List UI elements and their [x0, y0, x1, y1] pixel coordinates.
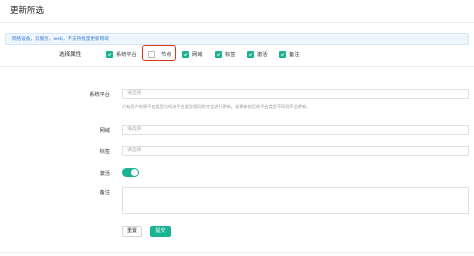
checkbox-active[interactable]: 激活	[247, 50, 267, 58]
attribute-label: 选择属性	[59, 52, 82, 58]
comment-label: 备注	[99, 190, 110, 196]
comment-textarea[interactable]	[122, 187, 469, 214]
tags-label: 标签	[99, 149, 110, 155]
bottom-divider	[0, 252, 474, 253]
checkbox-comment[interactable]: 备注	[279, 50, 299, 58]
title-divider	[0, 22, 474, 23]
checkbox-label: 系统平台	[116, 51, 137, 58]
checkbox-label: 备注	[289, 51, 300, 58]
reset-button[interactable]: 重置	[122, 226, 142, 237]
checkbox-label: 激活	[257, 51, 268, 58]
submit-button[interactable]: 提交	[150, 226, 171, 237]
page-title: 更新所选	[10, 6, 45, 16]
checkbox-label: 标签	[225, 51, 236, 58]
active-toggle[interactable]	[122, 168, 139, 177]
checkbox-checked-icon	[182, 50, 189, 58]
platform-hint: 只有资产的原平台类型与所选平台类型相同时才会进行更新。若更新前后的平台类型不同则…	[122, 104, 311, 109]
checkbox-checked-icon	[247, 50, 254, 58]
checkbox-domain[interactable]: 网域	[182, 50, 202, 58]
highlight-box	[142, 45, 176, 61]
platform-select[interactable]: 请选择	[122, 89, 469, 99]
checkbox-tags[interactable]: 标签	[215, 50, 235, 58]
domain-label: 网域	[99, 128, 110, 134]
attribute-selector: 选择属性 系统平台 节点 网域 标签 激活 备注	[0, 47, 474, 61]
checkbox-label: 网域	[192, 51, 203, 58]
tags-select[interactable]: 请选择	[122, 146, 469, 156]
platform-label: 系统平台	[89, 92, 110, 98]
checkbox-checked-icon	[215, 50, 222, 58]
checkbox-checked-icon	[106, 50, 113, 58]
active-label: 激活	[99, 171, 110, 177]
info-banner: 网络设备，云服务，web，不支持批量更新网域	[5, 33, 469, 45]
domain-select[interactable]: 请选择	[122, 125, 469, 135]
checkbox-platform[interactable]: 系统平台	[106, 50, 137, 58]
section-divider	[0, 66, 474, 67]
checkbox-checked-icon	[279, 50, 286, 58]
